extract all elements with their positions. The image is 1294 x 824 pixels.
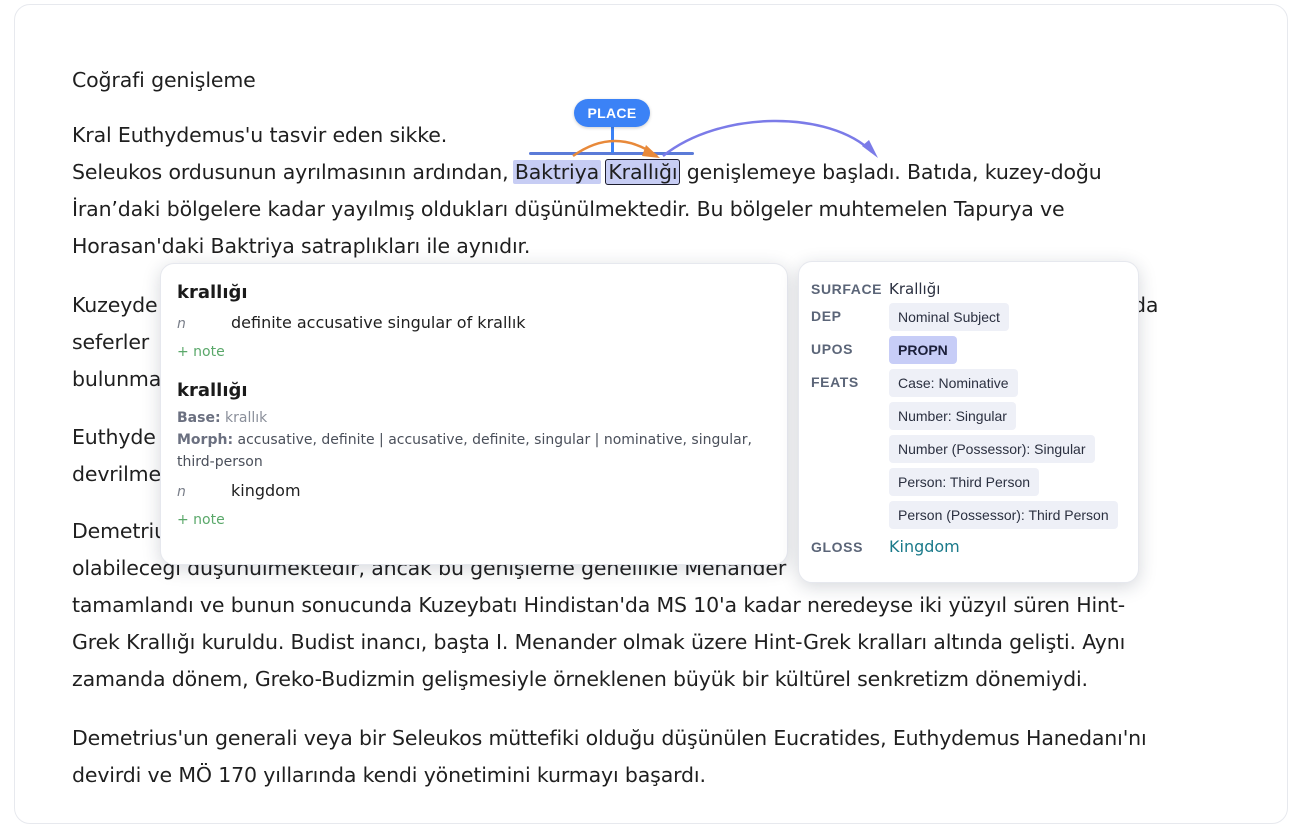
feats-chip-list: Case: Nominative Number: Singular Number… <box>889 369 1118 529</box>
upos-chip[interactable]: PROPN <box>889 336 957 364</box>
paragraph-line: Horasan'daki Baktriya satraplıkları ile … <box>72 234 531 258</box>
dep-row: DEP Nominal Subject <box>811 303 1126 331</box>
paragraph-line: Seleukos ordusunun ayrılmasının ardından… <box>72 154 1192 191</box>
base-line: Base: krallık <box>177 407 771 429</box>
text-segment: Kuzeyde <box>72 293 158 317</box>
feats-label: FEATS <box>811 374 859 390</box>
gloss-row: GLOSS Kingdom <box>811 534 1126 556</box>
paragraph-line: tamamlandı ve bunun sonucunda Kuzeybatı … <box>72 593 1125 617</box>
add-note-link[interactable]: + note <box>177 344 771 360</box>
feats-row: FEATS Case: Nominative Number: Singular … <box>811 369 1126 529</box>
gloss-value[interactable]: Kingdom <box>889 534 960 556</box>
text-segment: Seleukos ordusunun ayrılmasının ardından… <box>72 160 515 184</box>
surface-label: SURFACE <box>811 281 883 297</box>
base-label: Base: <box>177 410 221 426</box>
dep-label: DEP <box>811 308 842 324</box>
dictionary-headword: krallığı <box>177 380 248 401</box>
paragraph-line: zamanda dönem, Greko-Budizmin gelişmesiy… <box>72 667 1088 691</box>
paragraph-line: Grek Krallığı kuruldu. Budist inancı, ba… <box>72 630 1126 654</box>
paragraph-5: Demetrius'un generali veya bir Seleukos … <box>72 720 1192 794</box>
token-kralligi-selected[interactable]: Krallığı <box>605 159 681 185</box>
paragraph-line: devirdi ve MÖ 170 yıllarında kendi yönet… <box>72 763 706 787</box>
add-note-link[interactable]: + note <box>177 512 771 528</box>
section-heading: Coğrafi genişleme <box>72 68 256 92</box>
token-baktriya[interactable]: Baktriya <box>512 160 601 184</box>
feat-chip[interactable]: Person: Third Person <box>889 468 1040 496</box>
dictionary-popup: krallığı n definite accusative singular … <box>160 263 788 565</box>
part-of-speech: n <box>177 484 186 500</box>
paragraph-1: Kral Euthydemus'u tasvir eden sikke. Sel… <box>72 117 1192 265</box>
morph-line: Morph: accusative, definite | accusative… <box>177 429 757 473</box>
token-analysis-popup: SURFACE Krallığı DEP Nominal Subject UPO… <box>798 261 1139 583</box>
dep-chip[interactable]: Nominal Subject <box>889 303 1009 331</box>
definition-text: definite accusative singular of krallık <box>231 313 526 332</box>
definition-text: kingdom <box>231 481 301 500</box>
entity-tag-place[interactable]: PLACE <box>574 99 650 127</box>
dictionary-sense: n definite accusative singular of krallı… <box>177 313 771 332</box>
part-of-speech: n <box>177 316 186 332</box>
gloss-label: GLOSS <box>811 539 864 555</box>
base-value: krallık <box>225 410 268 426</box>
morph-value: accusative, definite | accusative, defin… <box>177 432 752 470</box>
feat-chip[interactable]: Number (Possessor): Singular <box>889 435 1095 463</box>
entity-tag-stem <box>611 127 614 153</box>
feat-chip[interactable]: Case: Nominative <box>889 369 1018 397</box>
surface-value: Krallığı <box>889 280 941 298</box>
feat-chip[interactable]: Number: Singular <box>889 402 1016 430</box>
surface-row: SURFACE Krallığı <box>811 276 1126 298</box>
dictionary-headword: krallığı <box>177 282 248 303</box>
upos-label: UPOS <box>811 341 854 357</box>
paragraph-line: İran’daki bölgelere kadar yayılmış olduk… <box>72 197 1065 221</box>
text-segment: genişlemeye başladı. Batıda, kuzey-doğu <box>680 160 1102 184</box>
dictionary-sense: n kingdom <box>177 481 771 500</box>
feat-chip[interactable]: Person (Possessor): Third Person <box>889 501 1118 529</box>
upos-row: UPOS PROPN <box>811 336 1126 364</box>
morph-label: Morph: <box>177 432 234 448</box>
paragraph-line: Demetrius'un generali veya bir Seleukos … <box>72 726 1147 750</box>
